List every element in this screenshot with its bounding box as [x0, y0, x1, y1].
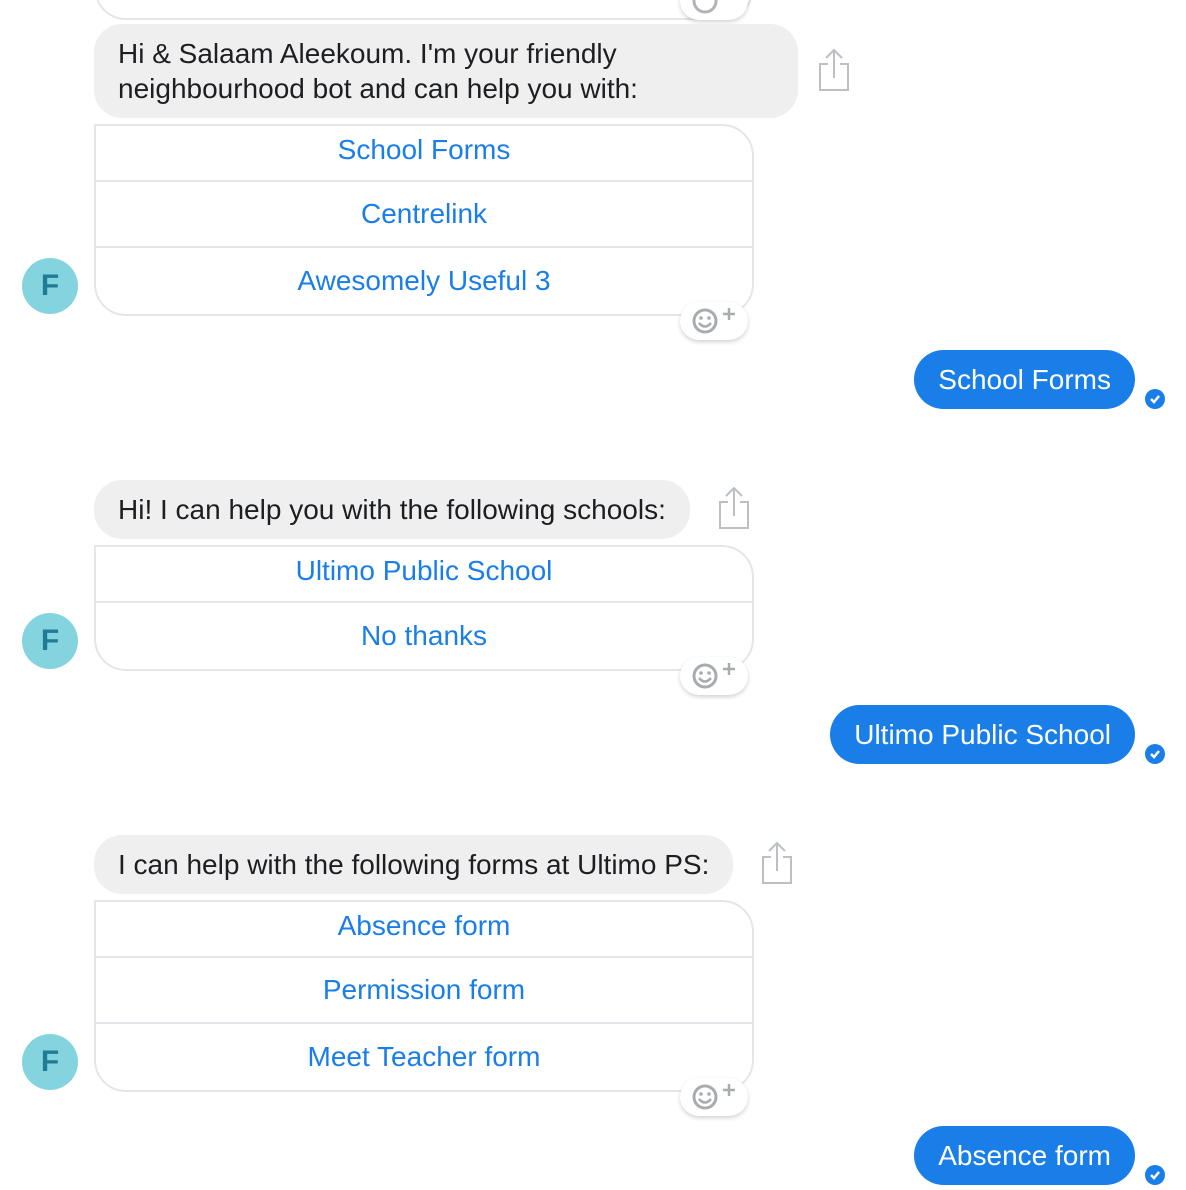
- share-button[interactable]: [759, 841, 795, 885]
- user-message-text: Absence form: [938, 1140, 1111, 1171]
- user-message-text: Ultimo Public School: [854, 719, 1111, 750]
- bot-avatar-letter: F: [40, 269, 60, 302]
- add-reaction-button[interactable]: [680, 302, 748, 340]
- bot-avatar: F: [22, 613, 78, 669]
- delivered-check-icon: [1145, 744, 1165, 764]
- share-button[interactable]: [716, 486, 752, 530]
- quick-reply-option[interactable]: Centrelink: [96, 182, 752, 248]
- quick-replies-card: Absence form Permission form Meet Teache…: [94, 900, 754, 1092]
- add-reaction-icon: [692, 308, 735, 334]
- quick-reply-option[interactable]: Absence form: [96, 902, 752, 958]
- quick-replies-card: School Forms Centrelink Awesomely Useful…: [94, 124, 754, 316]
- quick-reply-option[interactable]: Meet Teacher form: [96, 1024, 752, 1090]
- bot-message: Hi & Salaam Aleekoum. I'm your friendly …: [94, 24, 798, 118]
- add-reaction-icon: [692, 1084, 735, 1110]
- bot-message-text: Hi! I can help you with the following sc…: [118, 494, 666, 525]
- add-reaction-icon: [692, 0, 718, 14]
- bot-message: Hi! I can help you with the following sc…: [94, 480, 690, 539]
- share-icon: [819, 48, 849, 91]
- bot-message: I can help with the following forms at U…: [94, 835, 734, 894]
- quick-reply-option[interactable]: Awesomely Useful 3: [96, 248, 752, 314]
- bot-message-text: Hi & Salaam Aleekoum. I'm your friendly …: [118, 38, 638, 104]
- quick-reply-option[interactable]: School Forms: [96, 126, 752, 182]
- delivered-check-icon: [1145, 389, 1165, 409]
- delivered-check-icon: [1145, 1165, 1165, 1185]
- add-reaction-icon: [692, 663, 735, 689]
- share-icon: [719, 486, 749, 529]
- user-message: School Forms: [914, 350, 1135, 409]
- add-reaction-button[interactable]: [680, 657, 748, 695]
- share-button[interactable]: [816, 48, 852, 92]
- previous-card-remnant: [94, 0, 754, 20]
- quick-reply-option[interactable]: Ultimo Public School: [96, 547, 752, 603]
- bot-avatar: F: [22, 258, 78, 314]
- bot-avatar: F: [22, 1034, 78, 1090]
- add-reaction-button[interactable]: [680, 1078, 748, 1116]
- user-message-text: School Forms: [938, 364, 1111, 395]
- bot-avatar-letter: F: [40, 1045, 60, 1078]
- user-message: Ultimo Public School: [830, 705, 1135, 764]
- quick-reply-option[interactable]: No thanks: [96, 603, 752, 669]
- user-message: Absence form: [914, 1126, 1135, 1185]
- quick-replies-card: Ultimo Public School No thanks: [94, 545, 754, 671]
- bot-message-text: I can help with the following forms at U…: [118, 849, 710, 880]
- add-reaction-button[interactable]: [680, 0, 748, 20]
- bot-avatar-letter: F: [40, 624, 60, 657]
- share-icon: [762, 841, 792, 884]
- quick-reply-option[interactable]: Permission form: [96, 958, 752, 1024]
